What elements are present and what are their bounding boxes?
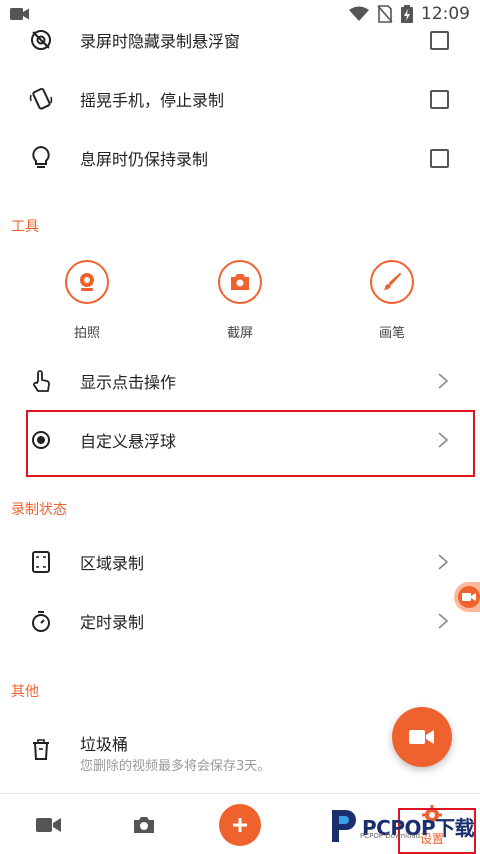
row-area-record[interactable]: 区域录制 — [0, 543, 480, 581]
row-timer-record[interactable]: 定时录制 — [0, 602, 480, 640]
clock: 12:09 — [421, 4, 470, 24]
section-title-record-state: 录制状态 — [11, 502, 67, 518]
setting-label: 录屏时隐藏录制悬浮窗 — [80, 32, 241, 51]
checkbox[interactable] — [430, 148, 449, 168]
tool-label: 拍照 — [73, 326, 100, 341]
tool-screenshot[interactable]: 截屏 — [195, 260, 285, 341]
webcam-icon — [65, 260, 109, 304]
trash-icon — [28, 737, 54, 763]
setting-label: 摇晃手机，停止录制 — [80, 91, 225, 110]
tool-label: 截屏 — [226, 326, 253, 341]
section-title-tools: 工具 — [11, 219, 39, 235]
wifi-icon — [349, 6, 369, 21]
section-title-others: 其他 — [11, 684, 39, 700]
nav-photos[interactable] — [118, 794, 170, 854]
row-label: 定时录制 — [80, 613, 145, 632]
row-label: 垃圾桶 — [80, 735, 129, 754]
shake-phone-icon — [28, 86, 54, 112]
tool-brush[interactable]: 画笔 — [347, 260, 437, 341]
checkbox[interactable] — [430, 30, 449, 50]
float-ball[interactable] — [454, 582, 480, 612]
battery-charging-icon — [401, 5, 413, 23]
pcpop-logo-icon — [332, 810, 356, 842]
chevron-right-icon — [438, 373, 449, 389]
watermark: PCPOP下载 PCPOP Download — [326, 808, 475, 844]
record-fab-button[interactable] — [392, 707, 452, 767]
row-label: 区域录制 — [80, 554, 145, 573]
screen-record-icon — [10, 8, 29, 20]
eye-off-icon — [28, 27, 54, 53]
setting-row-keep-recording[interactable]: 息屏时仍保持录制 — [0, 140, 480, 176]
row-show-touches[interactable]: 显示点击操作 — [0, 362, 480, 400]
nav-add[interactable] — [218, 794, 262, 854]
tool-photo[interactable]: 拍照 — [42, 260, 132, 341]
highlight-box — [26, 410, 475, 477]
video-icon — [409, 730, 434, 744]
touch-hand-icon — [28, 368, 54, 394]
setting-label: 息屏时仍保持录制 — [80, 150, 209, 169]
tool-label: 画笔 — [378, 326, 405, 341]
camera-icon — [134, 816, 154, 833]
add-icon — [219, 803, 261, 846]
chevron-right-icon — [438, 613, 449, 629]
timer-icon — [28, 608, 54, 634]
checkbox[interactable] — [430, 89, 449, 109]
nav-videos[interactable] — [24, 794, 74, 854]
setting-row-shake-stop[interactable]: 摇晃手机，停止录制 — [0, 81, 480, 117]
video-icon — [458, 586, 480, 608]
row-label: 显示点击操作 — [80, 373, 177, 392]
chevron-right-icon — [438, 554, 449, 570]
video-icon — [36, 817, 61, 832]
camera-icon — [218, 260, 262, 304]
no-sim-icon — [377, 5, 393, 23]
area-record-icon — [28, 549, 54, 575]
brush-icon — [370, 260, 414, 304]
row-sublabel: 您删除的视频最多将会保存3天。 — [80, 759, 271, 774]
setting-row-hide-float[interactable]: 录屏时隐藏录制悬浮窗 — [0, 22, 480, 58]
watermark-subtext: PCPOP Download — [360, 832, 421, 840]
lightbulb-icon — [28, 145, 54, 171]
